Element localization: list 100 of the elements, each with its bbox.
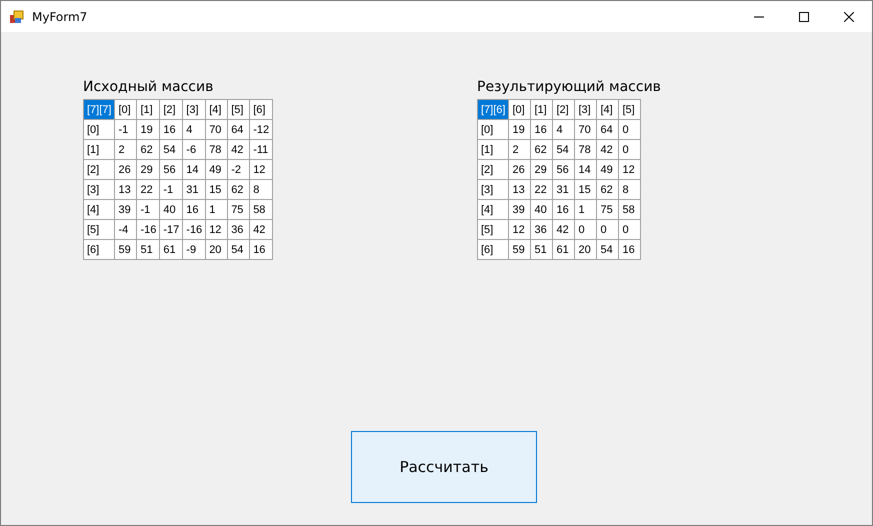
column-header[interactable]: [5] (228, 100, 250, 120)
table-cell: 54 (228, 240, 250, 260)
table-cell: -12 (250, 120, 273, 140)
column-header[interactable]: [4] (206, 100, 228, 120)
corner-cell[interactable]: [7][7] (84, 100, 115, 120)
table-cell: 39 (508, 200, 531, 220)
table-cell: 59 (508, 240, 531, 260)
table-cell: -1 (160, 180, 183, 200)
table-cell: -2 (228, 160, 250, 180)
table-cell: 14 (574, 160, 597, 180)
table-cell: 19 (508, 120, 531, 140)
table-cell: 22 (136, 180, 160, 200)
table-cell: 29 (530, 160, 553, 180)
row-header[interactable]: [6] (84, 240, 115, 260)
column-header[interactable]: [3] (182, 100, 206, 120)
row-header[interactable]: [2] (84, 160, 115, 180)
table-cell: 13 (114, 180, 137, 200)
table-cell: 0 (618, 220, 641, 240)
table-cell: -6 (182, 140, 206, 160)
table-cell: 22 (530, 180, 553, 200)
row-header[interactable]: [3] (478, 180, 509, 200)
table-cell: 8 (250, 180, 273, 200)
table-cell: 2 (114, 140, 137, 160)
table-cell: -16 (182, 220, 206, 240)
row-header[interactable]: [1] (84, 140, 115, 160)
table-cell: 31 (552, 180, 575, 200)
table-cell: -17 (160, 220, 183, 240)
table-cell: 26 (114, 160, 137, 180)
table-cell: 62 (136, 140, 160, 160)
row-header[interactable]: [3] (84, 180, 115, 200)
table-cell: 75 (228, 200, 250, 220)
row-header[interactable]: [5] (84, 220, 115, 240)
grid-label: Исходный массив (83, 79, 214, 97)
row-header[interactable]: [2] (478, 160, 509, 180)
column-header[interactable]: [1] (530, 100, 553, 120)
column-header[interactable]: [3] (574, 100, 597, 120)
table-cell: 2 (508, 140, 531, 160)
row-header[interactable]: [4] (84, 200, 115, 220)
table-cell: -1 (136, 200, 160, 220)
table-cell: -4 (114, 220, 137, 240)
table-cell: 31 (182, 180, 206, 200)
table-cell: 16 (618, 240, 641, 260)
row-header[interactable]: [5] (478, 220, 509, 240)
table-cell: 62 (228, 180, 250, 200)
row-header[interactable]: [0] (84, 120, 115, 140)
table-cell: 70 (574, 120, 597, 140)
window-title: MyForm7 (32, 10, 88, 24)
table-cell: 56 (552, 160, 575, 180)
table-cell: 12 (250, 160, 273, 180)
table-cell: 4 (182, 120, 206, 140)
table-cell: 61 (160, 240, 183, 260)
table-cell: 0 (596, 220, 619, 240)
grid-label: Результирующий массив (477, 79, 662, 97)
table-cell: -16 (136, 220, 160, 240)
table-cell: 58 (250, 200, 273, 220)
table-cell: 56 (160, 160, 183, 180)
column-header[interactable]: [0] (508, 100, 531, 120)
column-header[interactable]: [0] (114, 100, 137, 120)
corner-cell[interactable]: [7][6] (478, 100, 509, 120)
column-header[interactable]: [2] (160, 100, 183, 120)
row-header[interactable]: [4] (478, 200, 509, 220)
column-header[interactable]: [4] (596, 100, 619, 120)
column-header[interactable]: [5] (618, 100, 641, 120)
table-cell: 19 (136, 120, 160, 140)
table-cell: 20 (574, 240, 597, 260)
column-header[interactable]: [6] (250, 100, 273, 120)
table-cell: 12 (508, 220, 531, 240)
column-header[interactable]: [1] (136, 100, 160, 120)
table-cell: 51 (530, 240, 553, 260)
table-cell: 1 (206, 200, 228, 220)
table-cell: 20 (206, 240, 228, 260)
table-cell: 15 (206, 180, 228, 200)
calculate-button[interactable]: Рассчитать (351, 431, 537, 503)
table-cell: 16 (160, 120, 183, 140)
column-header[interactable]: [2] (552, 100, 575, 120)
table-cell: 61 (552, 240, 575, 260)
table-cell: 16 (530, 120, 553, 140)
table-cell: 62 (596, 180, 619, 200)
table-cell: 40 (160, 200, 183, 220)
table-cell: 42 (228, 140, 250, 160)
table-cell: 14 (182, 160, 206, 180)
table-cell: 64 (228, 120, 250, 140)
table-cell: 16 (182, 200, 206, 220)
table-cell: -11 (250, 140, 273, 160)
row-header[interactable]: [6] (478, 240, 509, 260)
table-cell: 42 (250, 220, 273, 240)
table-cell: 49 (596, 160, 619, 180)
table-cell: 54 (160, 140, 183, 160)
maximize-icon[interactable] (799, 12, 809, 22)
row-header[interactable]: [0] (478, 120, 509, 140)
table-cell: 36 (228, 220, 250, 240)
close-icon[interactable] (844, 12, 854, 22)
table-cell: 13 (508, 180, 531, 200)
row-header[interactable]: [1] (478, 140, 509, 160)
table-cell: 1 (574, 200, 597, 220)
table-cell: 58 (618, 200, 641, 220)
table-cell: 54 (596, 240, 619, 260)
table-cell: 12 (618, 160, 641, 180)
table-cell: -9 (182, 240, 206, 260)
table-cell: 16 (552, 200, 575, 220)
